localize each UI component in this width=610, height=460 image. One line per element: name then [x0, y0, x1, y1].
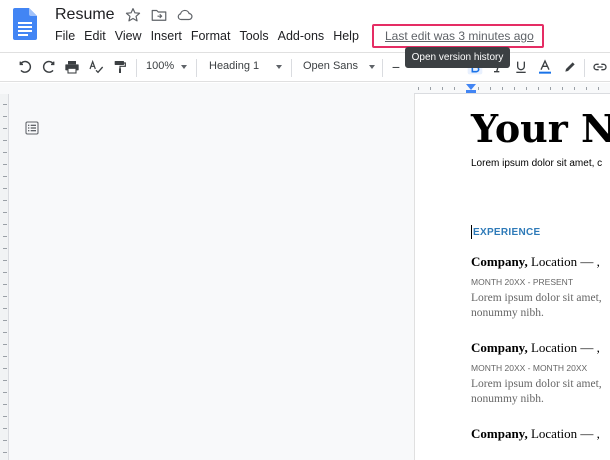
document-outline-icon[interactable]	[24, 120, 40, 136]
decrease-font-size-button[interactable]: −	[388, 60, 404, 76]
style-select[interactable]: Heading 1	[209, 60, 259, 72]
spellcheck-icon[interactable]	[88, 59, 104, 75]
menu-add-ons[interactable]: Add-ons	[278, 28, 334, 44]
last-edit-link[interactable]: Last edit was 3 minutes ago	[385, 29, 534, 43]
document-title[interactable]: Resume	[55, 6, 115, 24]
docs-logo-icon[interactable]	[13, 8, 37, 40]
job-description-line: Lorem ipsum dolor sit amet,	[471, 378, 602, 390]
document-page[interactable]: Your Na Lorem ipsum dolor sit amet, c EX…	[414, 94, 610, 460]
toolbar-separator	[136, 59, 137, 77]
first-line-indent-marker[interactable]	[466, 90, 476, 93]
menu-help[interactable]: Help	[333, 28, 368, 44]
toolbar: 100% Heading 1 Open Sans −	[0, 52, 610, 82]
menu-format[interactable]: Format	[191, 28, 240, 44]
toolbar-separator	[584, 59, 585, 77]
intro-text: Lorem ipsum dolor sit amet, c	[471, 158, 603, 169]
job-title: Company, Location — ,	[471, 340, 600, 355]
resume-name-heading: Your Na	[471, 106, 610, 151]
move-folder-icon[interactable]	[150, 6, 168, 24]
vertical-ruler[interactable]	[0, 94, 9, 460]
undo-icon[interactable]	[17, 59, 33, 75]
horizontal-ruler[interactable]	[414, 83, 610, 94]
toolbar-separator	[196, 59, 197, 77]
underline-icon[interactable]	[513, 59, 529, 75]
menu-bar: File Edit View Insert Format Tools Add-o…	[55, 28, 368, 44]
font-select[interactable]: Open Sans	[303, 60, 358, 72]
zoom-chevron-down-icon[interactable]	[181, 65, 187, 69]
zoom-select[interactable]: 100%	[146, 60, 174, 72]
editor-left-margin	[0, 83, 414, 460]
job-date: MONTH 20XX - PRESENT	[471, 277, 574, 287]
job-title: Company, Location — ,	[471, 254, 600, 269]
text-cursor	[471, 225, 472, 239]
cloud-saved-icon[interactable]	[176, 6, 194, 24]
toolbar-separator	[382, 59, 383, 77]
redo-icon[interactable]	[41, 59, 57, 75]
star-icon[interactable]	[124, 6, 142, 24]
job-description-line: Lorem ipsum dolor sit amet,	[471, 292, 602, 304]
menu-tools[interactable]: Tools	[239, 28, 277, 44]
font-chevron-down-icon[interactable]	[369, 65, 375, 69]
paint-format-icon[interactable]	[112, 59, 128, 75]
style-chevron-down-icon[interactable]	[276, 65, 282, 69]
highlight-icon[interactable]	[562, 59, 578, 75]
menu-edit[interactable]: Edit	[84, 28, 115, 44]
job-title: Company, Location — ,	[471, 426, 600, 441]
job-description-line: nonummy nibh.	[471, 307, 544, 319]
menu-file[interactable]: File	[55, 28, 84, 44]
title-bar: Resume File Edit View Insert Format Tool…	[0, 0, 610, 50]
job-date: MONTH 20XX - MONTH 20XX	[471, 363, 588, 373]
link-icon[interactable]	[592, 59, 608, 75]
title-icons	[124, 6, 194, 24]
menu-insert[interactable]: Insert	[151, 28, 191, 44]
print-icon[interactable]	[64, 59, 80, 75]
toolbar-separator	[291, 59, 292, 77]
version-history-tooltip: Open version history	[405, 47, 510, 68]
text-color-icon[interactable]	[537, 59, 553, 75]
section-heading: EXPERIENCE	[473, 227, 541, 238]
menu-view[interactable]: View	[115, 28, 151, 44]
job-description-line: nonummy nibh.	[471, 393, 544, 405]
